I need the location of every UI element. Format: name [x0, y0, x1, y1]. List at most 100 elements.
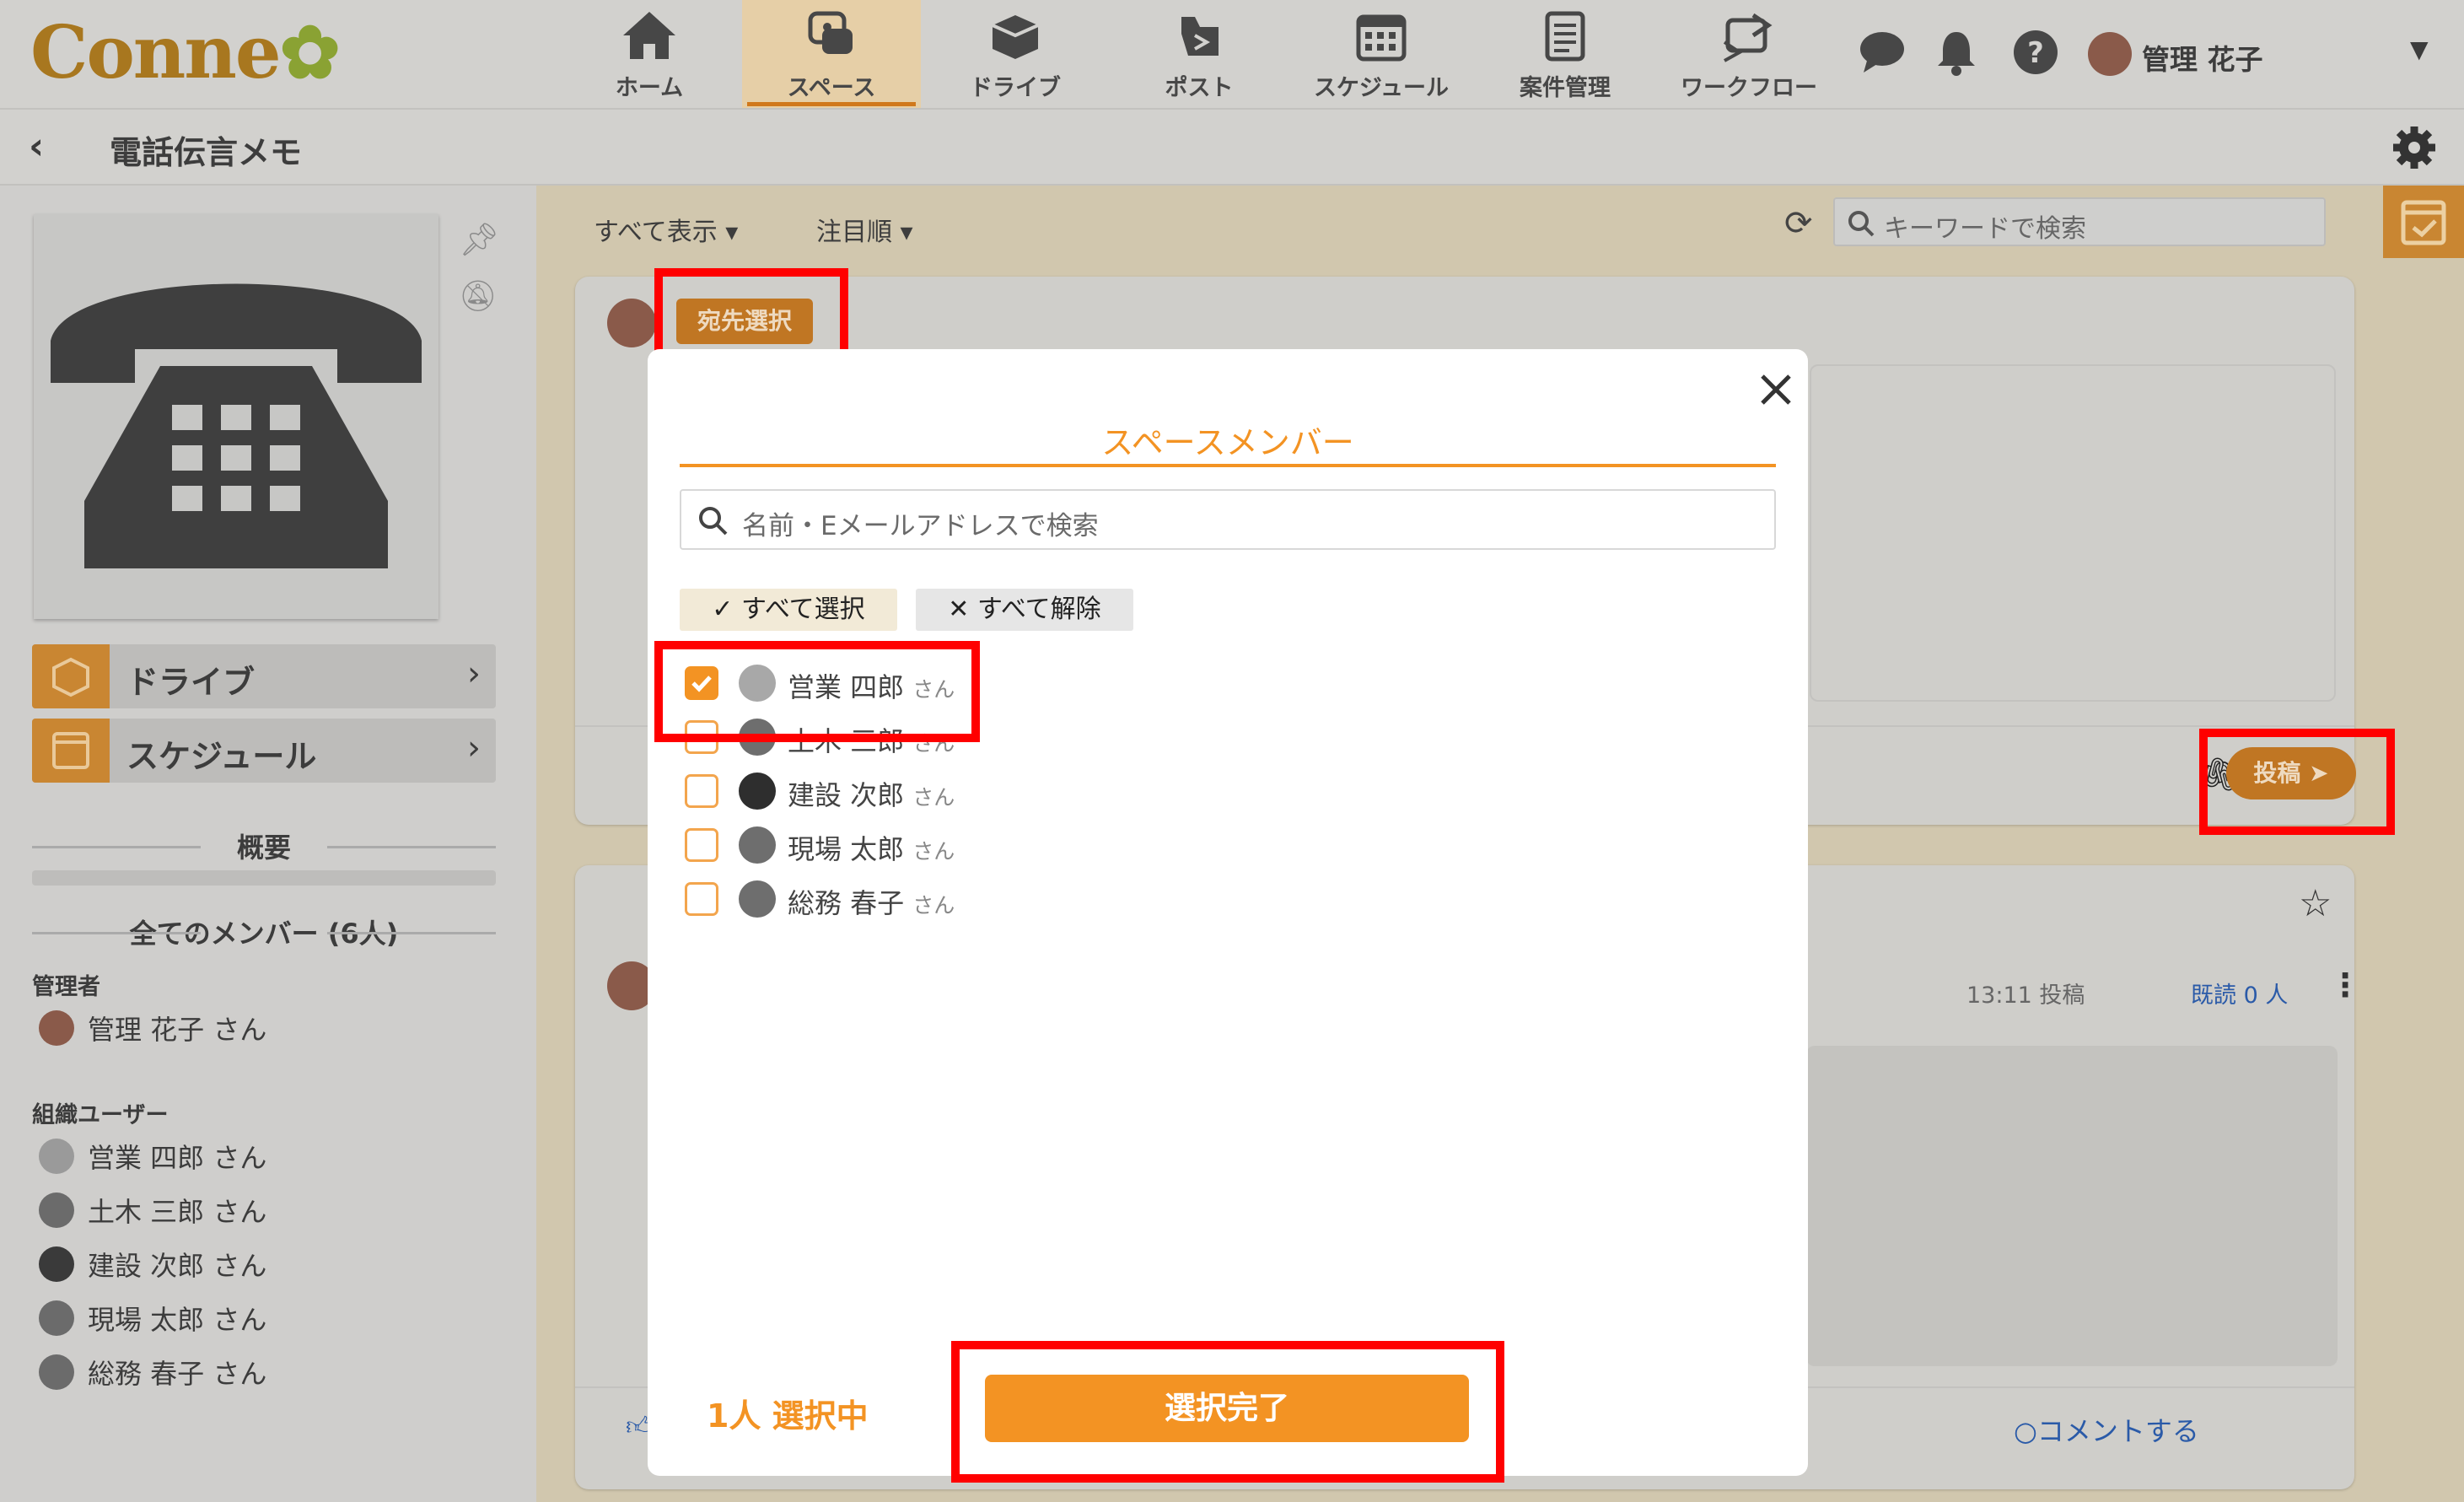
- overview-heading: 概要: [32, 826, 496, 865]
- avatar: [739, 773, 776, 810]
- close-icon[interactable]: [1757, 371, 1794, 408]
- sidebar-link-schedule-label: スケジュール: [126, 738, 317, 775]
- admin-label: 管理者: [32, 974, 100, 1000]
- space-sidebar: 📌︎ 🔕︎ ドライブ › スケジュール › 概要 全てのメンバー (6人) 管理…: [0, 186, 536, 1502]
- refresh-icon[interactable]: ⟳: [1784, 204, 1813, 243]
- member-checkbox[interactable]: [685, 828, 718, 862]
- member-name: 現場 太郎 さん: [788, 833, 955, 865]
- schedule-side-tab[interactable]: [2383, 186, 2464, 258]
- avatar: [739, 880, 776, 918]
- member-name: 建設 次郎 さん: [788, 779, 955, 811]
- member-name: 総務 春子 さん: [788, 887, 955, 919]
- avatar: [39, 1139, 74, 1174]
- nav-home-label: ホーム: [615, 75, 684, 101]
- avatar: [39, 1192, 74, 1228]
- member-search-placeholder: 名前・Eメールアドレスで検索: [742, 511, 1099, 541]
- search-icon: [699, 507, 728, 536]
- nav-post[interactable]: ポスト: [1110, 0, 1288, 108]
- highlight-done-button: [951, 1341, 1504, 1483]
- space-icon: [808, 11, 853, 54]
- nav-post-label: ポスト: [1165, 75, 1234, 101]
- nav-schedule[interactable]: スケジュール: [1292, 0, 1471, 108]
- star-icon[interactable]: ☆: [2299, 882, 2332, 925]
- sidebar-link-drive-label: ドライブ: [126, 664, 256, 701]
- highlight-post-button: [2199, 729, 2395, 835]
- user-avatar[interactable]: [2088, 32, 2132, 76]
- chevron-down-icon[interactable]: ▼: [2410, 35, 2429, 63]
- nav-case-label: 案件管理: [1520, 75, 1611, 101]
- more-options-icon[interactable]: ⋮: [2329, 966, 2361, 1004]
- nav-workflow[interactable]: ワークフロー: [1660, 0, 1838, 108]
- member-option[interactable]: 総務 春子 さん: [685, 879, 1275, 919]
- post-icon: [1181, 17, 1219, 56]
- avatar: [39, 1354, 74, 1390]
- gear-icon[interactable]: [2391, 125, 2437, 170]
- drive-icon: [992, 15, 1039, 59]
- read-count-link[interactable]: 既読 0 人: [2191, 977, 2288, 1009]
- page-header: ‹ 電話伝言メモ: [0, 108, 2464, 186]
- nav-case-management[interactable]: 案件管理: [1476, 0, 1654, 108]
- nav-workflow-label: ワークフロー: [1681, 75, 1817, 101]
- post-timestamp: 13:11 投稿: [1966, 982, 2085, 1009]
- chevron-right-icon: ›: [467, 729, 481, 767]
- nav-drive[interactable]: ドライブ: [926, 0, 1105, 108]
- calendar-check-icon: [2401, 200, 2446, 245]
- member-checkbox[interactable]: [685, 882, 718, 916]
- post-body-input[interactable]: [1810, 364, 2336, 702]
- search-placeholder: キーワードで検索: [1884, 214, 2086, 244]
- members-heading: 全てのメンバー (6人): [32, 913, 496, 951]
- active-tab-indicator: [747, 102, 916, 106]
- nav-drive-label: ドライブ: [970, 75, 1061, 101]
- telephone-icon: [51, 283, 422, 568]
- member-search-input[interactable]: 名前・Eメールアドレスで検索: [680, 489, 1776, 550]
- schedule-icon: [32, 719, 110, 783]
- modal-title: スペースメンバー: [1101, 424, 1354, 461]
- svg-text:?: ?: [2027, 36, 2044, 70]
- post-content: [1806, 1046, 2338, 1366]
- deselect-all-button[interactable]: ✕ すべて解除: [916, 589, 1133, 631]
- nav-home[interactable]: ホーム: [560, 0, 739, 108]
- page-title: 電話伝言メモ: [110, 134, 303, 171]
- member-select-modal: スペースメンバー 名前・Eメールアドレスで検索 ✓ すべて選択 ✕ すべて解除 …: [648, 349, 1808, 1476]
- avatar: [739, 826, 776, 864]
- comment-link[interactable]: ○コメントする: [2014, 1410, 2199, 1449]
- schedule-icon: [1356, 14, 1407, 62]
- case-icon: [1545, 11, 1585, 62]
- filter-dropdown[interactable]: すべて表示 ▾: [594, 211, 738, 248]
- sidebar-link-schedule[interactable]: スケジュール ›: [32, 719, 496, 783]
- nav-space[interactable]: スペース: [742, 0, 921, 108]
- top-navigation: Conne✿ ホーム スペース ドライブ ポスト スケジュール 案件管理 ワーク…: [0, 0, 2464, 108]
- selected-count: 1人 選択中: [707, 1397, 869, 1435]
- sidebar-link-drive[interactable]: ドライブ ›: [32, 644, 496, 708]
- org-users-label: 組織ユーザー: [32, 1102, 169, 1128]
- member-checkbox[interactable]: [685, 774, 718, 808]
- sort-dropdown[interactable]: 注目順 ▾: [816, 211, 913, 248]
- drive-icon: [32, 644, 110, 708]
- space-image: [34, 214, 438, 619]
- member-option[interactable]: 建設 次郎 さん: [685, 771, 1275, 811]
- back-arrow-icon[interactable]: ‹: [29, 125, 44, 168]
- avatar: [607, 299, 656, 347]
- avatar: [39, 1010, 74, 1046]
- overview-placeholder: [32, 870, 496, 886]
- bell-icon[interactable]: [1936, 29, 1977, 76]
- search-icon: [1848, 211, 1875, 237]
- conne-logo[interactable]: Conne✿: [30, 15, 341, 91]
- avatar: [39, 1246, 74, 1282]
- nav-space-label: スペース: [787, 75, 876, 101]
- home-icon: [623, 12, 675, 59]
- chevron-right-icon: ›: [467, 654, 481, 693]
- avatar: [39, 1300, 74, 1336]
- title-underline: [680, 464, 1776, 467]
- nav-schedule-label: スケジュール: [1313, 75, 1450, 101]
- help-icon[interactable]: ?: [2012, 29, 2059, 76]
- member-option[interactable]: 現場 太郎 さん: [685, 825, 1275, 865]
- chat-icon[interactable]: [1859, 30, 1906, 74]
- pin-icon[interactable]: 📌︎: [459, 221, 499, 259]
- workflow-icon: [1723, 13, 1773, 62]
- user-name[interactable]: 管理 花子: [2142, 37, 2263, 78]
- mute-icon[interactable]: 🔕︎: [459, 278, 498, 314]
- select-all-button[interactable]: ✓ すべて選択: [680, 589, 897, 631]
- keyword-search-input[interactable]: キーワードで検索: [1833, 197, 2326, 246]
- highlight-member-checkbox: [654, 641, 980, 742]
